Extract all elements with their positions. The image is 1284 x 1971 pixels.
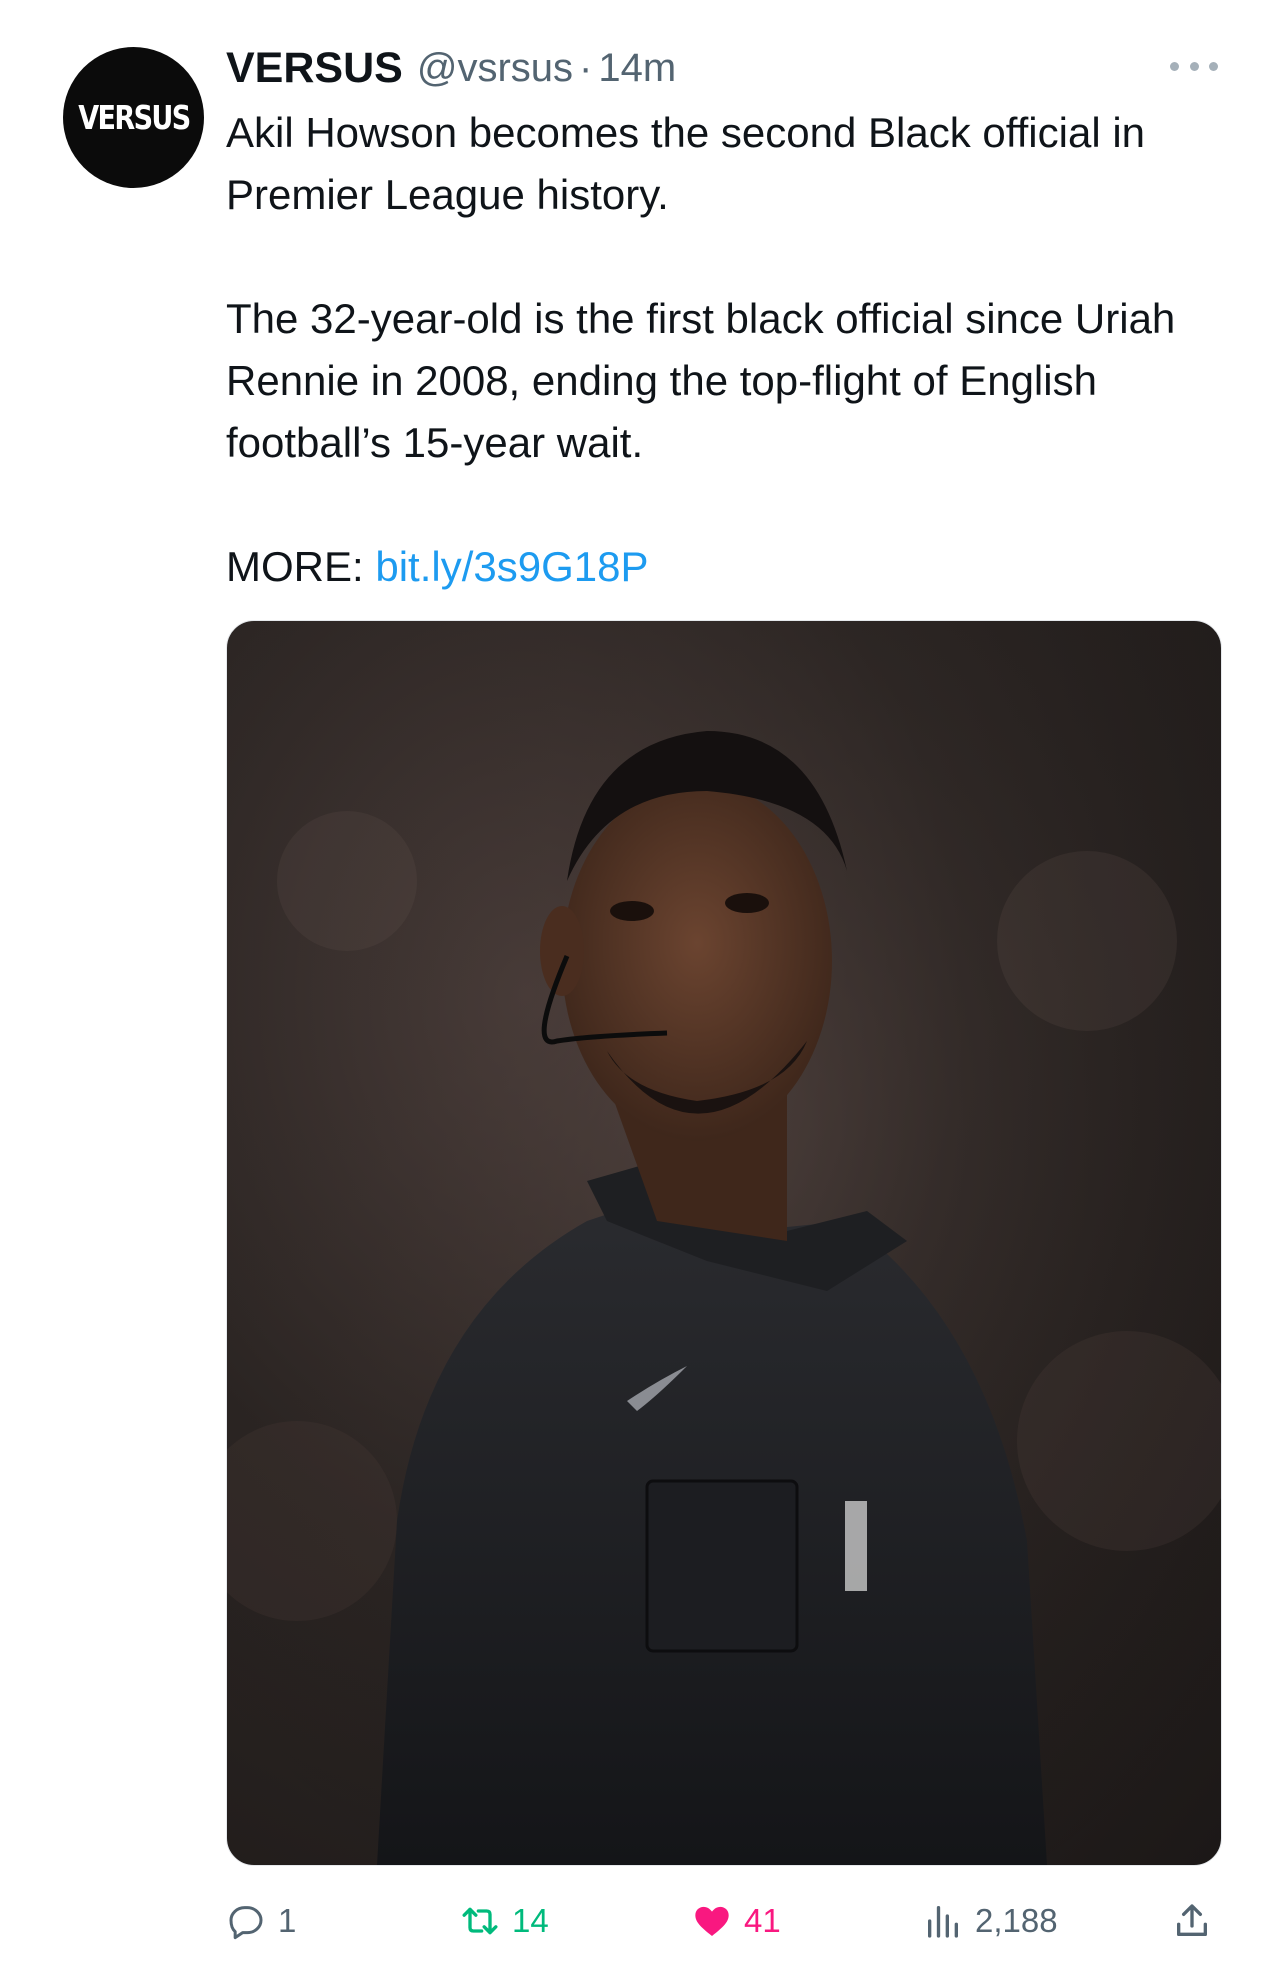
retweet-button[interactable]: 14 — [460, 1886, 549, 1956]
reply-count: 1 — [278, 1902, 297, 1939]
photo-referee — [227, 621, 1221, 1865]
retweet-icon — [462, 1907, 498, 1935]
reply-icon — [229, 1906, 263, 1940]
more-label: MORE: — [226, 543, 364, 590]
like-button[interactable]: 41 — [692, 1886, 781, 1956]
views-button[interactable]: 2,188 — [923, 1886, 1058, 1956]
tweet-photo[interactable] — [226, 620, 1222, 1866]
retweet-count: 14 — [512, 1902, 549, 1939]
like-count: 41 — [744, 1902, 781, 1939]
reply-button[interactable]: 1 — [226, 1886, 296, 1956]
views-count: 2,188 — [975, 1902, 1058, 1939]
separator-dot: · — [579, 45, 593, 90]
tweet-header: VERSUS @vsrsus · 14m — [226, 38, 676, 98]
share-button[interactable] — [1172, 1886, 1224, 1956]
user-handle[interactable]: @vsrsus — [417, 46, 573, 91]
tweet-actions: 1 14 41 2,188 — [226, 1886, 1226, 1956]
share-icon — [1177, 1904, 1207, 1936]
tweet-line-2: The 32-year-old is the first black offic… — [226, 295, 1176, 466]
more-line: MORE: bit.ly/3s9G18P — [226, 536, 1236, 598]
timestamp[interactable]: 14m — [598, 46, 676, 91]
avatar-logo-text: VERSUS — [77, 98, 191, 137]
more-icon[interactable] — [1170, 50, 1218, 82]
tweet-text: Akil Howson becomes the second Black off… — [226, 102, 1236, 598]
views-icon — [928, 1906, 958, 1938]
avatar[interactable]: VERSUS — [63, 47, 204, 188]
tweet-link[interactable]: bit.ly/3s9G18P — [375, 543, 648, 590]
display-name[interactable]: VERSUS — [226, 44, 403, 93]
tweet-line-1: Akil Howson becomes the second Black off… — [226, 109, 1146, 218]
heart-icon — [695, 1906, 729, 1936]
